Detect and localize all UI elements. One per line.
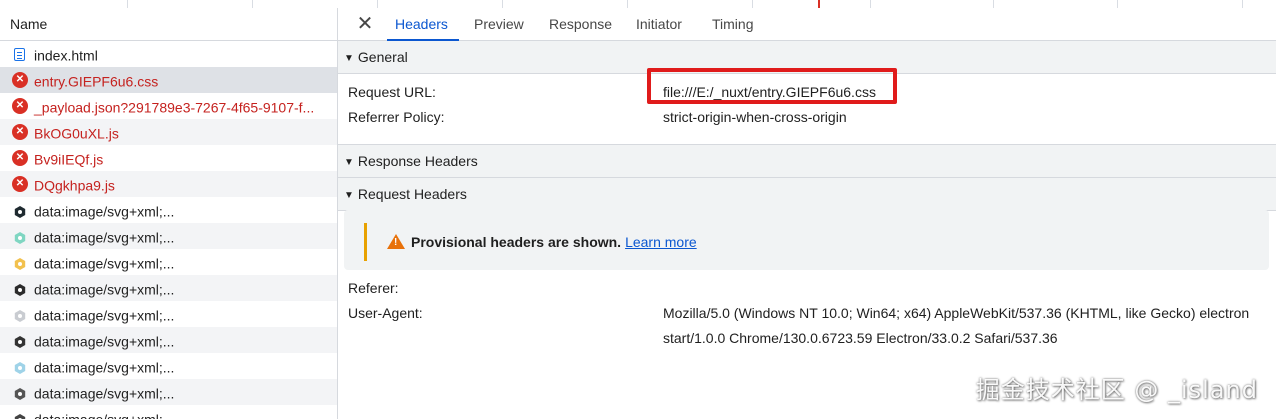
request-row[interactable]: ✕ BkOG0uXL.js [0, 119, 337, 145]
referrer-policy-row: Referrer Policy: strict-origin-when-cros… [338, 105, 1276, 130]
svg-image-icon [12, 358, 28, 375]
referrer-policy-value[interactable]: strict-origin-when-cross-origin [663, 105, 847, 130]
expand-triangle-icon: ▼ [344, 53, 354, 64]
request-row[interactable]: ✕ entry.GIEPF6u6.css [0, 67, 337, 93]
request-name: data:image/svg+xml;... [34, 411, 174, 419]
timeline-gridline [1242, 0, 1243, 8]
request-rows: index.html ✕ entry.GIEPF6u6.css ✕ _payload.j… [0, 41, 337, 419]
request-name: data:image/svg+xml;... [34, 333, 175, 350]
warning-text: Provisional headers are shown. [411, 234, 622, 250]
user-agent-label: User-Agent: [348, 305, 423, 321]
warning-icon: ! [387, 234, 405, 249]
request-row[interactable]: data:image/svg+xml;... [0, 327, 337, 353]
general-section-title: General [357, 49, 408, 65]
request-name: entry.GIEPF6u6.css [34, 73, 159, 90]
request-row[interactable]: data:image/svg+xml;... [0, 301, 337, 327]
error-icon: ✕ [12, 72, 28, 89]
request-headers-title: Request Headers [357, 186, 467, 202]
svg-image-icon [12, 332, 28, 349]
svg-image-icon [12, 202, 28, 219]
svg-image-icon [12, 280, 28, 297]
error-icon: ✕ [12, 176, 28, 193]
request-name: data:image/svg+xml;... [34, 307, 175, 324]
request-row[interactable]: index.html [0, 41, 337, 67]
request-row[interactable]: data:image/svg+xml;... [0, 223, 337, 249]
request-name: data:image/svg+xml;... [34, 255, 175, 272]
request-row[interactable]: data:image/svg+xml;... [0, 379, 337, 405]
provisional-headers-warning: ! Provisional headers are shown. Learn mor… [344, 210, 1269, 270]
collapse-triangle-icon: ▼ [344, 190, 354, 201]
warning-callout: ! Provisional headers are shown. Learn mor… [364, 223, 697, 261]
svg-image-icon [12, 410, 28, 419]
request-name: DQgkhpa9.js [34, 177, 115, 194]
request-name: data:image/svg+xml;... [34, 203, 175, 220]
request-name: data:image/svg+xml;... [34, 229, 175, 246]
timeline-gridline [870, 0, 871, 8]
request-row[interactable]: data:image/svg+xml;... [0, 275, 337, 301]
svg-image-icon [12, 254, 28, 271]
referer-row: Referer: [338, 276, 1276, 301]
error-icon: ✕ [12, 150, 28, 167]
timeline-gridline [252, 0, 253, 8]
request-name: data:image/svg+xml;... [34, 281, 175, 298]
timeline-gridline [627, 0, 628, 8]
tab-headers[interactable]: Headers [387, 8, 459, 41]
request-row[interactable]: data:image/svg+xml;... [0, 197, 337, 223]
tab-preview[interactable]: Preview [474, 8, 524, 40]
request-row[interactable]: data:image/svg+xml;... [0, 353, 337, 379]
timeline-gridline [1117, 0, 1118, 8]
timeline-gridline [993, 0, 994, 8]
request-row[interactable]: data:image/svg+xml;... [0, 405, 337, 419]
timeline-gridline [502, 0, 503, 8]
watermark: 掘金技术社区 @ _island [975, 376, 1258, 404]
request-url-highlight [647, 68, 897, 104]
details-tabbar: ✕ Headers Preview Response Initiator Tim… [338, 8, 1276, 41]
request-name: data:image/svg+xml;... [34, 385, 175, 402]
document-icon [14, 47, 25, 61]
response-headers-section-header[interactable]: ▼ Response Headers [338, 145, 1276, 178]
timeline-gridline [752, 0, 753, 8]
referer-label: Referer: [348, 280, 399, 296]
user-agent-row: User-Agent: Mozilla/5.0 (Windows NT 10.0… [338, 301, 1276, 326]
timeline-gridline [127, 0, 128, 8]
name-column-header[interactable]: Name [0, 8, 337, 41]
svg-image-icon [12, 228, 28, 245]
error-icon: ✕ [12, 98, 28, 115]
svg-image-icon [12, 384, 28, 401]
request-name: Bv9iIEQf.js [34, 151, 104, 168]
request-url-label: Request URL: [348, 84, 436, 100]
request-row[interactable]: data:image/svg+xml;... [0, 249, 337, 275]
svg-image-icon [12, 306, 28, 323]
learn-more-link[interactable]: Learn more [625, 234, 697, 250]
response-headers-title: Response Headers [357, 153, 478, 169]
request-name: index.html [34, 47, 98, 64]
request-row[interactable]: ✕ DQgkhpa9.js [0, 171, 337, 197]
tab-response[interactable]: Response [549, 8, 612, 40]
timeline-overview[interactable] [0, 0, 1276, 8]
user-agent-value[interactable]: Mozilla/5.0 (Windows NT 10.0; Win64; x64… [663, 301, 1249, 326]
request-headers-section-header[interactable]: ▼ Request Headers [338, 178, 1276, 211]
tab-timing[interactable]: Timing [712, 8, 754, 40]
request-row[interactable]: ✕ Bv9iIEQf.js [0, 145, 337, 171]
close-icon[interactable]: ✕ [354, 13, 376, 35]
request-row[interactable]: ✕ _payload.json?291789e3-7267-4f65-9107-f… [0, 93, 337, 119]
request-name: _payload.json?291789e3-7267-4f65-9107-f.… [34, 99, 315, 116]
referrer-policy-label: Referrer Policy: [348, 109, 445, 125]
user-agent-value-continued[interactable]: start/1.0.0 Chrome/130.0.6723.59 Electro… [663, 330, 1058, 346]
tab-initiator[interactable]: Initiator [636, 8, 682, 40]
request-list: Name index.html ✕ entry.GIEPF6u6.css ✕ _payl… [0, 8, 337, 419]
request-name: data:image/svg+xml;... [34, 359, 175, 376]
error-icon: ✕ [12, 124, 28, 141]
request-name: BkOG0uXL.js [34, 125, 119, 142]
timeline-gridline [377, 0, 378, 8]
collapse-triangle-icon: ▼ [344, 157, 354, 168]
timeline-load-marker [818, 0, 820, 8]
